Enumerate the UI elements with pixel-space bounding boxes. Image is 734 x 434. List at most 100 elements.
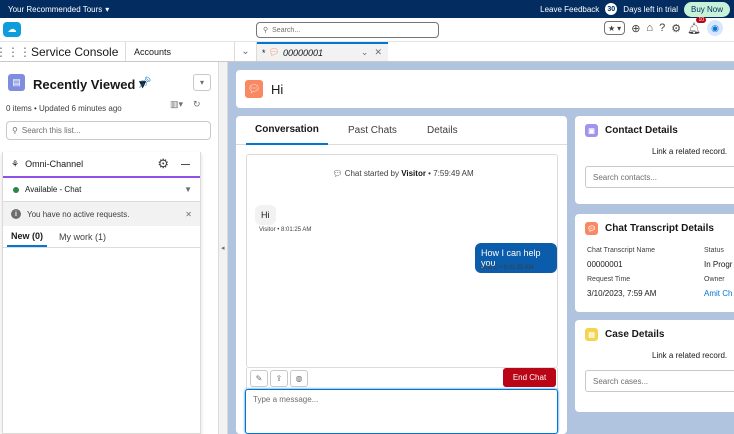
presence-status: Available - Chat	[25, 185, 82, 194]
pin-icon[interactable]: 📌︎	[138, 76, 152, 89]
contact-icon: ▣	[585, 124, 598, 137]
list-search-placeholder: Search this list...	[21, 126, 81, 135]
list-view-title: Recently Viewed	[33, 76, 136, 92]
inbound-message-meta: Visitor • 8:01:25 AM	[259, 227, 312, 233]
close-icon[interactable]: ✕	[185, 210, 192, 219]
field-label-transcript-name: Chat Transcript Name	[587, 247, 656, 254]
search-icon: ⚲	[263, 27, 269, 34]
help-icon[interactable]: ?	[659, 22, 665, 34]
recommended-tours-menu[interactable]: Your Recommended Tours ▾	[8, 5, 109, 14]
console-nav-bar: ⋮⋮⋮ Service Console Accounts ⌄ * 💬︎ 0000…	[0, 42, 734, 62]
case-icon: ▤	[585, 328, 598, 341]
salesforce-logo-icon[interactable]: ☁	[3, 22, 21, 37]
unsaved-indicator: *	[262, 47, 266, 58]
app-name: Service Console	[26, 42, 126, 61]
chat-log: 💬︎ Chat started by Visitor • 7:59:49 AM …	[246, 154, 558, 368]
leave-feedback-link[interactable]: Leave Feedback	[540, 5, 599, 14]
transcript-details-title: Chat Transcript Details	[605, 223, 714, 234]
chat-icon: 💬︎	[268, 47, 280, 57]
attach-icon: ⇪	[275, 374, 283, 383]
notifications-bell-icon[interactable]: 🔔︎ 10	[687, 16, 707, 35]
user-avatar[interactable]: ◉	[707, 20, 724, 36]
case-details-title: Case Details	[605, 329, 665, 340]
list-view-selector[interactable]: Recently Viewed ▾	[33, 76, 146, 92]
message-input[interactable]: Type a message...	[245, 389, 558, 434]
chevron-down-icon: ▾	[105, 4, 110, 14]
display-as-table-icon[interactable]: ▥▾	[170, 99, 183, 110]
field-value-owner-link[interactable]: Amit Ch	[704, 289, 732, 298]
refresh-icon[interactable]: ↻	[193, 99, 201, 110]
status-dot-icon	[13, 186, 19, 193]
contact-search-input[interactable]: Search contacts...	[585, 166, 734, 188]
field-value-request-time: 3/10/2023, 7:59 AM	[587, 289, 657, 298]
list-actions-menu[interactable]: ▾	[193, 74, 211, 91]
quick-text-icon: ✎	[255, 374, 263, 383]
search-icon: ⚲	[12, 126, 18, 135]
case-search-input[interactable]: Search cases...	[585, 370, 734, 392]
field-label-owner: Owner	[704, 276, 725, 283]
contact-details-title: Contact Details	[605, 125, 678, 136]
app-launcher-icon[interactable]: ⋮⋮⋮	[0, 42, 31, 61]
collapse-arrow-icon[interactable]: ◂	[221, 244, 225, 252]
chat-transcript-icon: 💬︎	[245, 80, 263, 98]
omni-channel-panel: ⚘ Omni-Channel ⚙ — Available - Chat ▼ i …	[2, 152, 201, 434]
chat-toolbar: ✎ ⇪ ◍ End Chat	[246, 368, 558, 390]
case-link-text: Link a related record.	[652, 351, 728, 360]
tab-new[interactable]: New (0)	[7, 226, 48, 247]
presence-status-selector[interactable]: Available - Chat ▼	[3, 178, 200, 202]
buy-now-button[interactable]: Buy Now	[683, 1, 730, 17]
chat-started-event: 💬︎ Chat started by Visitor • 7:59:49 AM	[247, 169, 559, 178]
omni-channel-header: ⚘ Omni-Channel ⚙ —	[3, 152, 200, 178]
omni-channel-tabs: New (0) My work (1)	[3, 226, 200, 248]
global-actions-icon[interactable]: ⊕	[631, 22, 640, 35]
omni-channel-title: Omni-Channel	[25, 159, 84, 169]
inbound-message: Hi	[255, 205, 276, 225]
field-value-transcript-name: 00000001	[587, 260, 623, 269]
started-by: Visitor	[401, 169, 426, 178]
tab-conversation[interactable]: Conversation	[246, 116, 328, 145]
chat-transcript-details-card: 💬︎ Chat Transcript Details Chat Transcri…	[575, 214, 734, 312]
global-header: ☁ ⚲ Search... ★ ▾ ⊕ ⌂ ? ⚙ 🔔︎ 10 ◉	[0, 16, 734, 42]
transfer-chat-button[interactable]: ◍	[290, 370, 308, 387]
favorites-button[interactable]: ★ ▾	[604, 21, 626, 35]
omni-channel-icon: ⚘	[11, 158, 20, 169]
no-requests-notice: i You have no active requests. ✕	[3, 202, 200, 226]
info-icon: i	[11, 209, 21, 219]
chat-transcript-icon: 💬︎	[585, 222, 598, 235]
setup-gear-icon[interactable]: ⚙	[671, 22, 681, 35]
days-left-badge: 30	[605, 3, 618, 15]
tab-details[interactable]: Details	[418, 116, 467, 145]
chevron-down-icon: ▾	[199, 78, 204, 87]
chat-icon: 💬︎	[332, 169, 343, 178]
star-icon: ★	[608, 23, 616, 33]
close-tab-icon[interactable]: ✕	[374, 47, 382, 58]
case-details-card: ▤ Case Details Link a related record. Se…	[575, 320, 734, 412]
minimize-icon[interactable]: —	[181, 159, 190, 169]
attach-file-button[interactable]: ⇪	[270, 370, 288, 387]
global-search-input[interactable]: ⚲ Search...	[256, 22, 439, 38]
record-header: 💬︎ Hi	[236, 70, 734, 108]
record-title: Hi	[271, 81, 284, 97]
panel-splitter[interactable]: ◂	[218, 62, 228, 434]
trailhead-icon[interactable]: ⌂	[646, 22, 653, 34]
nav-menu-chevron-icon[interactable]: ⌄	[235, 42, 257, 61]
tours-label: Your Recommended Tours	[8, 4, 103, 14]
nav-item-accounts[interactable]: Accounts	[126, 42, 235, 61]
tab-past-chats[interactable]: Past Chats	[338, 116, 407, 145]
field-label-status: Status	[704, 247, 724, 254]
quick-text-button[interactable]: ✎	[250, 370, 268, 387]
chat-bubble-icon: ◍	[295, 374, 303, 383]
contact-link-text: Link a related record.	[652, 147, 728, 156]
notice-text: You have no active requests.	[27, 209, 130, 219]
search-placeholder: Search...	[272, 26, 301, 34]
list-search-input[interactable]: ⚲ Search this list...	[6, 121, 211, 140]
workspace-tab[interactable]: * 💬︎ 00000001 ⌄ ✕	[257, 42, 388, 61]
chevron-down-icon: ▾	[617, 23, 622, 33]
gear-icon[interactable]: ⚙	[157, 156, 169, 172]
list-view-icon: ▤	[8, 74, 25, 91]
notification-count: 10	[696, 16, 707, 23]
workspace-tab-label: 00000001	[282, 47, 323, 58]
chevron-down-icon[interactable]: ⌄	[361, 47, 369, 58]
tab-my-work[interactable]: My work (1)	[55, 226, 110, 247]
end-chat-button[interactable]: End Chat	[503, 368, 556, 387]
